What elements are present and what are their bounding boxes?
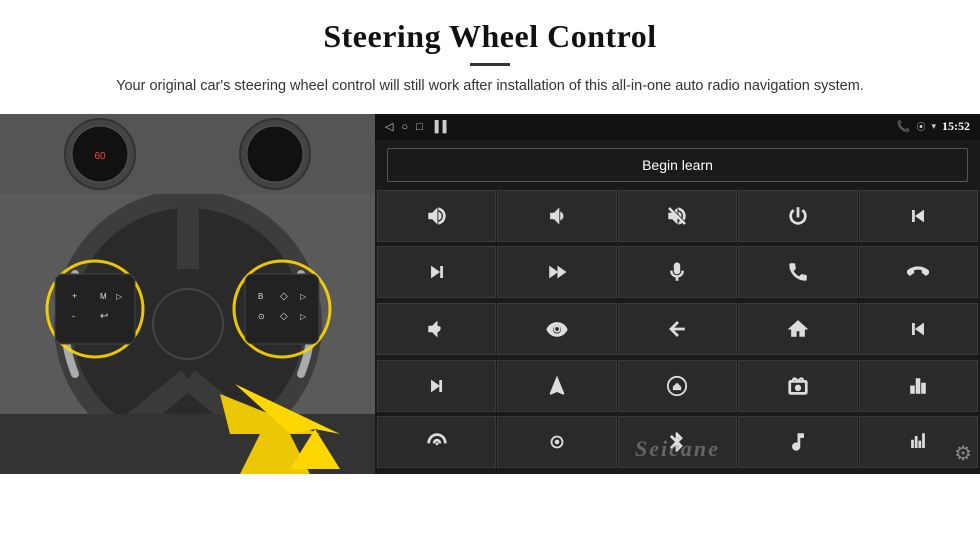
svg-text:◇: ◇ xyxy=(280,291,288,302)
phone-button[interactable] xyxy=(738,246,857,298)
gear-settings-icon[interactable]: ⚙ xyxy=(954,441,972,466)
status-time: 15:52 xyxy=(942,119,970,134)
car-image-panel: 60 + M - ↩ ▷ B ◇ ▷ ⊙ xyxy=(0,114,375,474)
status-bar: ◁ ○ □ ▐▐ 📞 ⦿ ▾ 15:52 xyxy=(375,114,980,140)
svg-text:60: 60 xyxy=(94,151,106,162)
home-button[interactable] xyxy=(738,303,857,355)
content-row: 60 + M - ↩ ▷ B ◇ ▷ ⊙ xyxy=(0,114,980,548)
nav-button[interactable] xyxy=(497,360,616,412)
mic-button[interactable] xyxy=(618,246,737,298)
phone-status-icon: 📞 xyxy=(897,120,911,133)
svg-text:↩: ↩ xyxy=(100,311,108,322)
controls-grid xyxy=(375,190,980,474)
vol-up-button[interactable] xyxy=(377,190,496,242)
bluetooth-button[interactable] xyxy=(618,416,737,468)
eq-button[interactable] xyxy=(859,360,978,412)
vol-down-button[interactable] xyxy=(497,190,616,242)
page-title: Steering Wheel Control xyxy=(40,18,940,55)
begin-learn-row: Begin learn xyxy=(375,140,980,190)
svg-text:-: - xyxy=(72,311,75,321)
recents-nav-icon[interactable]: □ xyxy=(416,121,423,133)
vol-mute-button[interactable] xyxy=(618,190,737,242)
svg-text:◇: ◇ xyxy=(280,311,288,322)
android-panel: ◁ ○ □ ▐▐ 📞 ⦿ ▾ 15:52 xyxy=(375,114,980,474)
begin-learn-button[interactable]: Begin learn xyxy=(387,148,968,182)
next-chapter-button[interactable] xyxy=(377,360,496,412)
svg-text:▷: ▷ xyxy=(300,292,307,301)
location-status-icon: ⦿ xyxy=(916,120,925,133)
next-track-button[interactable] xyxy=(377,246,496,298)
wifi-status-icon: ▾ xyxy=(931,121,936,132)
power-button[interactable] xyxy=(738,190,857,242)
eject-button[interactable] xyxy=(618,360,737,412)
svg-text:▷: ▷ xyxy=(116,292,123,301)
voice-button[interactable] xyxy=(377,416,496,468)
back-button[interactable] xyxy=(618,303,737,355)
home-nav-icon[interactable]: ○ xyxy=(401,121,408,133)
horn-button[interactable] xyxy=(377,303,496,355)
title-divider xyxy=(470,63,510,66)
camera360-button[interactable] xyxy=(497,303,616,355)
prev-track-button[interactable] xyxy=(859,190,978,242)
status-bar-right: 📞 ⦿ ▾ 15:52 xyxy=(897,119,970,134)
radio-button[interactable] xyxy=(738,360,857,412)
svg-text:M: M xyxy=(100,292,107,301)
settings-ring-button[interactable] xyxy=(497,416,616,468)
svg-text:⊙: ⊙ xyxy=(258,312,265,321)
status-bar-left: ◁ ○ □ ▐▐ xyxy=(385,120,446,133)
page-container: Steering Wheel Control Your original car… xyxy=(0,0,980,548)
svg-text:+: + xyxy=(72,291,77,301)
prev-chapter-button[interactable] xyxy=(859,303,978,355)
sim-icon: ▐▐ xyxy=(431,121,447,133)
back-nav-icon[interactable]: ◁ xyxy=(385,120,393,133)
skip-fwd-button[interactable] xyxy=(497,246,616,298)
hang-up-button[interactable] xyxy=(859,246,978,298)
svg-text:B: B xyxy=(258,292,263,301)
svg-text:▷: ▷ xyxy=(300,312,307,321)
music-button[interactable] xyxy=(738,416,857,468)
header-section: Steering Wheel Control Your original car… xyxy=(0,0,980,106)
subtitle-text: Your original car's steering wheel contr… xyxy=(110,76,870,98)
